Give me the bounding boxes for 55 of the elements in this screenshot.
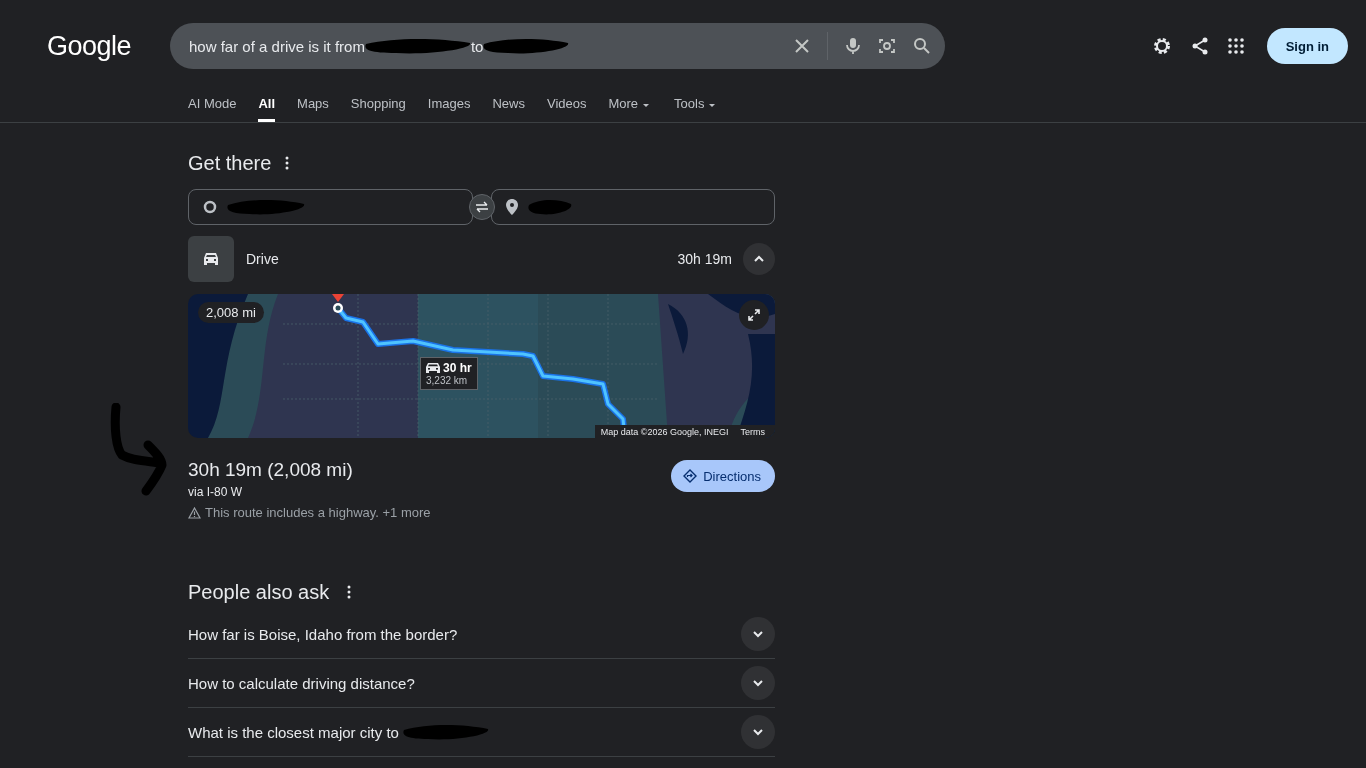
search-tab[interactable]: News (492, 92, 525, 122)
search-tab[interactable]: AI Mode (188, 92, 237, 122)
map-attribution: Map data ©2026 Google, INEGI (600, 427, 729, 437)
route-distance: 3,232 km (426, 375, 469, 386)
camera-icon[interactable] (878, 37, 896, 55)
route-time: 30 hr (443, 361, 472, 375)
route-warning: This route includes a highway. +1 more (205, 505, 431, 520)
circle-icon (203, 200, 217, 214)
search-icon[interactable] (913, 37, 931, 55)
microphone-icon[interactable] (845, 37, 861, 55)
settings-icon[interactable] (1151, 36, 1172, 56)
route-via: via I-80 W (188, 485, 243, 499)
search-query: to (470, 37, 484, 55)
search-tab[interactable]: Tools (674, 92, 717, 122)
location-pin-icon (505, 199, 518, 215)
search-tab[interactable]: All (258, 92, 276, 122)
more-options-icon[interactable] (285, 156, 290, 170)
travel-duration: 30h 19m (677, 251, 732, 267)
search-tab[interactable]: Shopping (350, 92, 406, 122)
directions-icon (683, 469, 698, 483)
car-icon (203, 252, 219, 266)
terms-link[interactable]: Terms (740, 427, 765, 437)
car-icon (426, 362, 440, 374)
question-text: How far is Boise, Idaho from the border? (188, 625, 458, 643)
search-tab[interactable]: Videos (546, 92, 587, 122)
expand-button[interactable] (741, 666, 775, 700)
sign-in-button[interactable]: Sign in (1266, 28, 1348, 64)
directions-button[interactable]: Directions (671, 460, 775, 492)
section-title: Get there (188, 151, 272, 175)
expand-icon (748, 309, 760, 321)
apps-grid-icon[interactable] (1227, 38, 1244, 54)
travel-mode-label: Drive (246, 251, 279, 267)
route-summary: 30h 19m (2,008 mi) (188, 459, 354, 481)
origin-field[interactable] (188, 189, 473, 225)
expand-button[interactable] (741, 617, 775, 651)
search-tab[interactable]: Maps (297, 92, 329, 122)
section-title: People also ask (188, 580, 330, 604)
share-icon[interactable] (1190, 37, 1209, 55)
google-logo[interactable]: Google (47, 30, 170, 62)
swap-arrows-icon (474, 201, 489, 213)
destination-field[interactable] (490, 189, 775, 225)
expand-button[interactable] (741, 715, 775, 749)
search-field[interactable]: how far of a drive is it from to (170, 23, 945, 69)
close-icon[interactable] (794, 38, 810, 54)
more-options-icon[interactable] (347, 585, 352, 599)
search-tab[interactable]: Images (427, 92, 471, 122)
distance-badge: 2,008 mi (198, 302, 264, 323)
question-text: How to calculate driving distance? (188, 674, 415, 692)
collapse-button[interactable] (743, 243, 775, 275)
warning-icon (188, 506, 201, 519)
question-text: What is the closest major city to (188, 723, 399, 741)
search-query: how far of a drive is it from (189, 37, 365, 55)
swap-button[interactable] (468, 194, 495, 220)
search-tab[interactable]: More (608, 92, 651, 122)
drive-mode-button[interactable] (188, 236, 234, 282)
